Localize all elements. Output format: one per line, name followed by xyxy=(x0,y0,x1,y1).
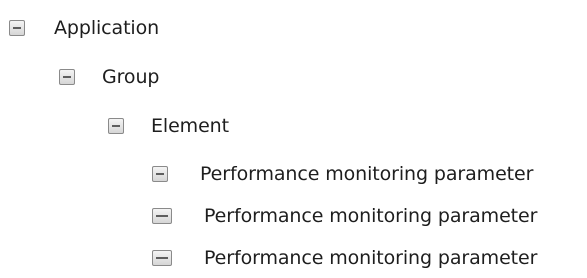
tree-node-label: Group xyxy=(102,66,160,88)
tree-node-element[interactable]: Element xyxy=(108,111,229,141)
tree-node-parameter[interactable]: Performance monitoring parameter xyxy=(152,243,537,273)
tree-view: Application Group Element Performance mo… xyxy=(0,0,587,278)
collapse-icon[interactable] xyxy=(59,69,75,85)
tree-node-group[interactable]: Group xyxy=(59,62,159,92)
collapse-icon[interactable] xyxy=(152,166,168,182)
tree-node-label: Element xyxy=(151,115,229,137)
tree-node-label: Application xyxy=(54,17,160,39)
collapse-icon[interactable] xyxy=(108,118,124,134)
tree-node-parameter[interactable]: Performance monitoring parameter xyxy=(152,201,537,231)
tree-node-parameter[interactable]: Performance monitoring parameter xyxy=(152,159,533,189)
collapse-icon[interactable] xyxy=(152,250,172,266)
collapse-icon[interactable] xyxy=(152,208,172,224)
tree-node-label: Performance monitoring parameter xyxy=(204,247,538,269)
tree-node-label: Performance monitoring parameter xyxy=(204,205,538,227)
tree-node-label: Performance monitoring parameter xyxy=(200,163,534,185)
tree-node-application[interactable]: Application xyxy=(9,13,159,43)
collapse-icon[interactable] xyxy=(9,20,25,36)
